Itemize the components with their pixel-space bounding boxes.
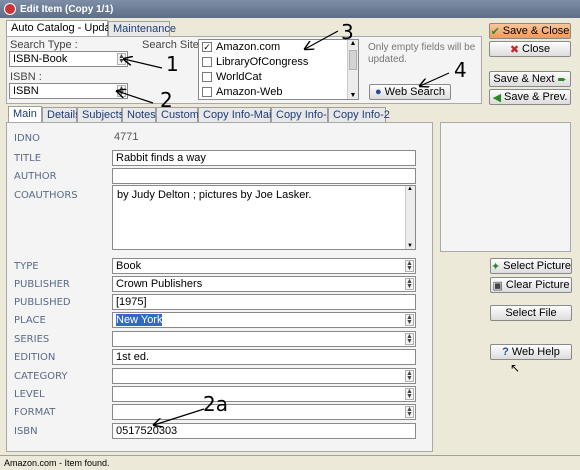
annotation-arrows (0, 30, 450, 470)
status-bar: Amazon.com - Item found. (0, 455, 580, 470)
arrow-2a (154, 408, 205, 425)
annotation-3: 3 (341, 20, 354, 44)
annotation-4: 4 (454, 58, 467, 82)
status-text: Amazon.com - Item found. (4, 458, 110, 468)
arrow-3 (305, 30, 339, 49)
arrow-2 (117, 91, 154, 104)
arrow-1 (124, 59, 163, 69)
annotation-1: 1 (166, 52, 179, 76)
arrow-4 (420, 72, 450, 86)
annotation-2a: 2a (203, 392, 228, 416)
annotation-2: 2 (160, 88, 173, 112)
